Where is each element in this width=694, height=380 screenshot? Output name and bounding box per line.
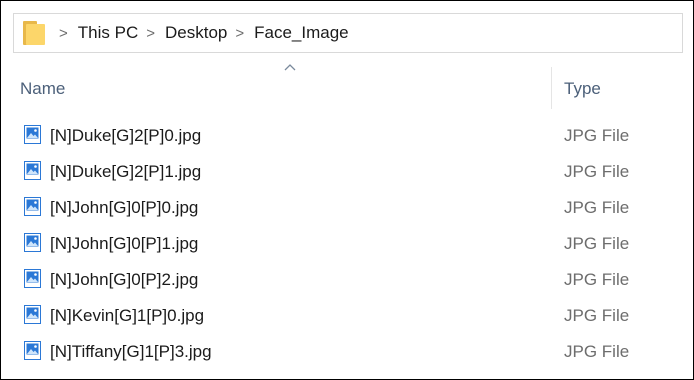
file-name: [N]John[G]0[P]1.jpg bbox=[50, 234, 199, 253]
breadcrumb-separator-icon[interactable]: > bbox=[235, 26, 244, 41]
column-header: Name Type bbox=[13, 61, 693, 111]
file-type: JPG File bbox=[564, 342, 630, 361]
file-type: JPG File bbox=[564, 126, 630, 145]
file-name: [N]John[G]0[P]2.jpg bbox=[50, 270, 199, 289]
column-header-type[interactable]: Type bbox=[564, 79, 601, 99]
folder-icon bbox=[23, 21, 45, 45]
jpg-image-icon bbox=[24, 125, 41, 144]
address-bar[interactable]: > This PC > Desktop > Face_Image bbox=[13, 13, 683, 53]
file-name: [N]John[G]0[P]0.jpg bbox=[50, 198, 199, 217]
sort-up-chevron-icon bbox=[284, 64, 296, 71]
file-row[interactable]: [N]Tiffany[G]1[P]3.jpg JPG File bbox=[13, 335, 683, 371]
file-list: [N]Duke[G]2[P]0.jpg JPG File [N]Duke[G]2[P… bbox=[13, 119, 683, 371]
breadcrumb-separator-icon[interactable]: > bbox=[59, 26, 68, 41]
file-row[interactable]: [N]John[G]0[P]0.jpg JPG File bbox=[13, 191, 683, 227]
file-row[interactable]: [N]Kevin[G]1[P]0.jpg JPG File bbox=[13, 299, 683, 335]
file-row[interactable]: [N]John[G]0[P]1.jpg JPG File bbox=[13, 227, 683, 263]
jpg-image-icon bbox=[24, 305, 41, 324]
file-name: [N]Kevin[G]1[P]0.jpg bbox=[50, 306, 205, 325]
file-row[interactable]: [N]Duke[G]2[P]0.jpg JPG File bbox=[13, 119, 683, 155]
breadcrumb-desktop[interactable]: Desktop bbox=[165, 23, 227, 43]
breadcrumb-this-pc[interactable]: This PC bbox=[78, 23, 138, 43]
breadcrumb-separator-icon[interactable]: > bbox=[146, 26, 155, 41]
breadcrumb-face-image[interactable]: Face_Image bbox=[254, 23, 349, 43]
file-row[interactable]: [N]John[G]0[P]2.jpg JPG File bbox=[13, 263, 683, 299]
file-type: JPG File bbox=[564, 162, 630, 181]
jpg-image-icon bbox=[24, 269, 41, 288]
file-name: [N]Tiffany[G]1[P]3.jpg bbox=[50, 342, 212, 361]
column-divider[interactable] bbox=[551, 67, 552, 109]
jpg-image-icon bbox=[24, 233, 41, 252]
jpg-image-icon bbox=[24, 197, 41, 216]
file-explorer-window: > This PC > Desktop > Face_Image Name Ty… bbox=[0, 0, 694, 380]
file-type: JPG File bbox=[564, 234, 630, 253]
file-type: JPG File bbox=[564, 270, 630, 289]
file-name: [N]Duke[G]2[P]1.jpg bbox=[50, 162, 202, 181]
file-name: [N]Duke[G]2[P]0.jpg bbox=[50, 126, 202, 145]
file-type: JPG File bbox=[564, 306, 630, 325]
jpg-image-icon bbox=[24, 341, 41, 360]
file-type: JPG File bbox=[564, 198, 630, 217]
file-row[interactable]: [N]Duke[G]2[P]1.jpg JPG File bbox=[13, 155, 683, 191]
jpg-image-icon bbox=[24, 161, 41, 180]
column-header-name[interactable]: Name bbox=[20, 79, 65, 99]
